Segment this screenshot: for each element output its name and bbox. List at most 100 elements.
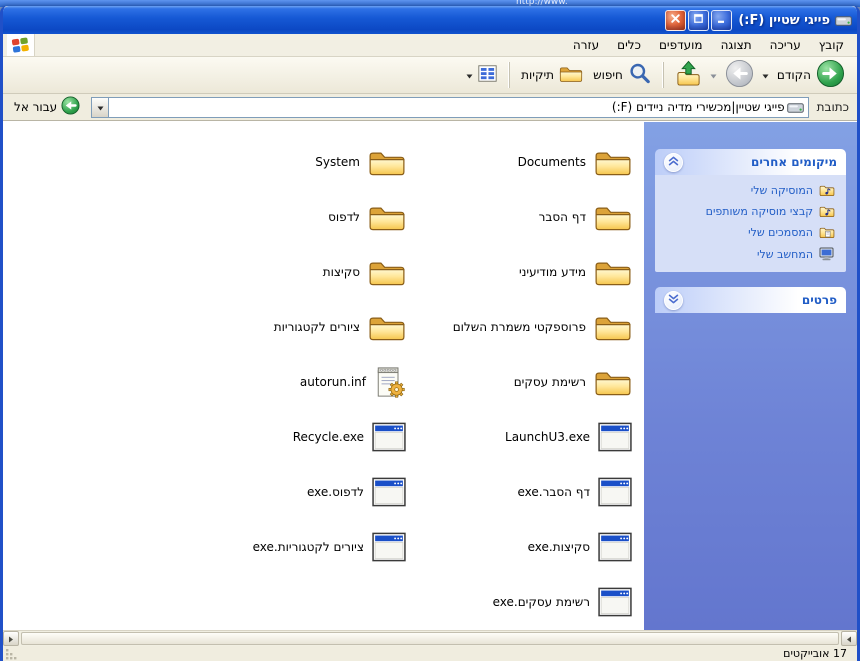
folder-icon — [594, 312, 632, 342]
other-places-header[interactable]: מיקומים אחרים — [655, 149, 846, 175]
file-item[interactable]: רשימת עסקים.exe — [408, 574, 634, 629]
resize-grip[interactable] — [5, 648, 18, 661]
toolbar-separator — [508, 62, 511, 88]
back-dropdown[interactable] — [760, 68, 771, 82]
folders-label: תיקיות — [521, 68, 555, 82]
menu-item-view[interactable]: תצוגה — [712, 35, 761, 55]
setup-info-icon — [374, 365, 406, 399]
expand-button[interactable] — [664, 290, 683, 310]
sidebar-item-my-computer[interactable]: המחשב שלי — [666, 247, 835, 261]
details-title: פרטים — [801, 293, 837, 307]
music-folder-icon — [819, 184, 835, 197]
details-header[interactable]: פרטים — [655, 287, 846, 313]
maximize-button[interactable] — [688, 9, 710, 31]
menu-item-tools[interactable]: כלים — [608, 35, 650, 55]
scroll-left-button[interactable] — [841, 631, 857, 646]
file-item[interactable]: Documents — [408, 134, 634, 189]
file-label: סקיצות — [322, 264, 360, 279]
file-item[interactable]: ציורים לקטגוריות — [182, 299, 408, 354]
file-grid: Documents System דף הסבר לדפוס מידע מודי… — [13, 134, 634, 629]
file-item[interactable]: רשימת עסקים — [408, 354, 634, 409]
application-icon — [598, 422, 632, 452]
application-icon — [372, 477, 406, 507]
file-item[interactable]: פרוספקטי משמרת השלום — [408, 299, 634, 354]
application-icon — [598, 587, 632, 617]
details-panel: פרטים — [655, 287, 846, 313]
file-item[interactable]: System — [182, 134, 408, 189]
main-area: מיקומים אחרים המוסיקה שלי קבצי מוסיקה מש… — [3, 121, 857, 630]
arrow-left-icon — [846, 632, 852, 646]
up-button[interactable] — [671, 57, 706, 93]
scroll-right-button[interactable] — [3, 631, 19, 646]
close-icon — [670, 13, 681, 27]
file-item[interactable]: דף הסבר.exe — [408, 464, 634, 519]
documents-folder-icon — [819, 226, 835, 239]
folder-icon — [594, 257, 632, 287]
address-bar: כתובת פייגי שטיין|מכשירי מדיה ניידים (F:… — [3, 94, 857, 121]
file-label: ציורים לקטגוריות — [273, 319, 360, 334]
views-button[interactable] — [462, 62, 501, 88]
file-label: מידע מודיעיני — [518, 264, 586, 279]
scroll-thumb[interactable] — [21, 632, 839, 645]
chevron-up-icon — [668, 155, 679, 169]
menu-item-edit[interactable]: עריכה — [761, 35, 810, 55]
folder-icon — [368, 257, 406, 287]
other-places-panel: מיקומים אחרים המוסיקה שלי קבצי מוסיקה מש… — [655, 149, 846, 272]
file-label: סקיצות.exe — [527, 539, 590, 554]
file-item[interactable]: לדפוס.exe — [182, 464, 408, 519]
search-label: חיפוש — [593, 68, 623, 82]
sidebar-item-my-music[interactable]: המוסיקה שלי — [666, 184, 835, 197]
up-folder-icon — [675, 60, 702, 90]
file-item[interactable]: מידע מודיעיני — [408, 244, 634, 299]
go-label: עבור אל — [14, 100, 58, 114]
task-pane-sidebar: מיקומים אחרים המוסיקה שלי קבצי מוסיקה מש… — [644, 122, 857, 630]
menu-item-favorites[interactable]: מועדפים — [650, 35, 712, 55]
title-group: פייגי שטיין (F:) — [738, 13, 852, 28]
windows-logo-icon — [7, 34, 35, 56]
address-dropdown-button[interactable] — [92, 97, 110, 117]
application-icon — [372, 422, 406, 452]
my-computer-icon — [819, 247, 835, 261]
sidebar-item-my-documents[interactable]: המסמכים שלי — [666, 226, 835, 239]
minimize-button[interactable] — [711, 9, 733, 31]
file-item[interactable]: ציורים לקטגוריות.exe — [182, 519, 408, 574]
forward-button[interactable] — [721, 56, 758, 94]
chevron-down-icon — [668, 293, 679, 307]
file-item[interactable]: סקיצות.exe — [408, 519, 634, 574]
menubar: קובץ עריכה תצוגה מועדפים כלים עזרה — [3, 34, 857, 57]
go-button[interactable]: עבור אל — [8, 96, 86, 118]
file-item[interactable]: Recycle.exe — [182, 409, 408, 464]
screen: http://www. פייגי שטיין (F:) קובץ עריכה … — [0, 0, 860, 661]
file-label: System — [315, 154, 360, 169]
search-button[interactable]: חיפוש — [589, 59, 655, 91]
titlebar[interactable]: פייגי שטיין (F:) — [3, 6, 857, 34]
folder-icon — [368, 202, 406, 232]
other-places-title: מיקומים אחרים — [750, 155, 837, 169]
file-item[interactable]: autorun.inf — [182, 354, 408, 409]
folders-button[interactable]: תיקיות — [517, 61, 587, 89]
file-item[interactable]: דף הסבר — [408, 189, 634, 244]
removable-drive-icon — [785, 101, 808, 114]
chevron-down-icon — [97, 100, 104, 114]
file-item[interactable]: סקיצות — [182, 244, 408, 299]
application-icon — [372, 532, 406, 562]
forward-dropdown[interactable] — [708, 68, 719, 82]
forward-arrow-icon — [725, 59, 754, 91]
address-value[interactable]: פייגי שטיין|מכשירי מדיה ניידים (F:) — [109, 100, 785, 114]
sidebar-item-label: המחשב שלי — [757, 247, 813, 261]
file-item[interactable]: LaunchU3.exe — [408, 409, 634, 464]
back-button[interactable]: הקודם — [773, 56, 849, 94]
horizontal-scrollbar[interactable] — [3, 630, 857, 646]
folder-icon — [368, 147, 406, 177]
address-combo[interactable]: פייגי שטיין|מכשירי מדיה ניידים (F:) — [91, 96, 809, 118]
folder-icon — [594, 202, 632, 232]
menu-item-help[interactable]: עזרה — [564, 35, 608, 55]
status-bar: 17 אובייקטים — [3, 646, 857, 661]
close-button[interactable] — [665, 9, 687, 31]
menu-item-file[interactable]: קובץ — [810, 35, 853, 55]
file-item[interactable]: לדפוס — [182, 189, 408, 244]
sidebar-item-shared-music[interactable]: קבצי מוסיקה משותפים — [666, 205, 835, 218]
file-label: רשימת עסקים — [513, 374, 586, 389]
collapse-button[interactable] — [664, 152, 683, 172]
file-label: רשימת עסקים.exe — [492, 594, 590, 609]
